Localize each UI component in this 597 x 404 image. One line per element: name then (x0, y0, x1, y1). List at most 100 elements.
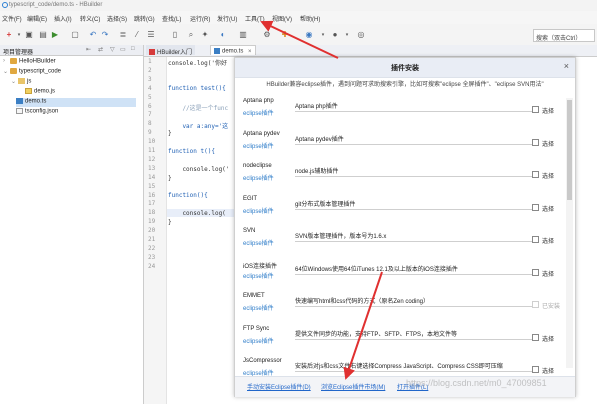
save-all-icon[interactable]: ▤ (38, 30, 48, 40)
plugin-name: EGIT (243, 195, 258, 202)
editor-tab-bar: HBuilder入门 demo.ts × (144, 45, 597, 57)
plugin-name: Aptana php (243, 98, 274, 104)
menu-run[interactable]: 运行(R) (190, 14, 210, 23)
tree-project-hellohbuilder[interactable]: › HelloHBuilder (3, 58, 56, 67)
collapse-icon[interactable]: ⇤ (86, 46, 91, 53)
line-number: 1 (148, 58, 152, 65)
plugin-type: eclipse插件 (243, 338, 274, 345)
plugin-description: 64位Windows使用64位iTunes 12.1及以上版本的iOS连接插件 (295, 266, 458, 273)
menu-goto[interactable]: 跳转(G) (134, 14, 155, 23)
device-icon[interactable]: ▥ (238, 30, 248, 40)
plugin-icon[interactable]: ✚ (280, 30, 290, 40)
redo-icon[interactable]: ↷ (100, 30, 110, 40)
plugin-type: eclipse插件 (243, 306, 274, 312)
menu-escape[interactable]: 转义(C) (80, 14, 100, 23)
menu-edit[interactable]: 编辑(E) (27, 14, 47, 23)
tree-file-demo-js[interactable]: demo.js (25, 88, 55, 97)
code-line-3[interactable]: function test(){ (168, 85, 226, 92)
preview-icon[interactable]: ● (330, 30, 340, 40)
browse-market-link[interactable]: 浏览Eclipse插件市场(M) (321, 382, 385, 391)
manual-install-link[interactable]: 手动安装Eclipse插件(D) (247, 382, 311, 391)
dialog-title-bar: 插件安装 × (235, 58, 575, 78)
plugin-install-dialog: 插件安装 × HBuilder兼容eclipse插件，遇到问题可求助搜索引擎，比… (234, 57, 576, 397)
undo-icon[interactable]: ↶ (88, 30, 98, 40)
plugin-checkbox[interactable] (532, 106, 539, 113)
save-icon[interactable]: ▣ (24, 30, 34, 40)
plugin-row[interactable]: JsCompressor eclipse插件 安装后对js和css文件右键选择Com… (235, 358, 565, 376)
plugin-description: SVN版本管理插件，版本号为1.6.x (295, 234, 387, 240)
plugin-checkbox[interactable] (532, 203, 539, 211)
project-explorer: 项目管理器 ⇤ ⇄ ▽ ▭ □ › HelloHBuilder ⌄ typescri… (0, 45, 144, 404)
close-icon[interactable]: × (564, 61, 569, 71)
minimize-icon[interactable]: ▭ (120, 46, 126, 53)
plugin-underline (295, 176, 535, 177)
open-folder-icon[interactable]: ▢ (70, 30, 80, 40)
plugin-list: Aptana php eclipse插件 Aptana php插件 选择 Aptana … (235, 98, 565, 376)
find-icon[interactable]: ⌕ (186, 30, 196, 40)
sync-icon[interactable]: ◉ (304, 30, 314, 40)
tab-demo-ts[interactable]: demo.ts × (210, 45, 256, 55)
search-input[interactable]: 搜索（双击Ctrl） (533, 29, 595, 42)
close-tab-icon[interactable]: × (248, 49, 252, 55)
menu-find[interactable]: 查找(L) (162, 14, 181, 23)
code-line-16[interactable]: function(){ (168, 192, 208, 199)
menu-file[interactable]: 文件(F) (2, 14, 22, 23)
code-line-18[interactable]: console.log( (168, 210, 225, 217)
plugin-checkbox[interactable] (532, 138, 539, 146)
format-icon[interactable]: ≣ (118, 30, 128, 40)
plugin-underline (295, 306, 535, 307)
code-line-12[interactable]: console.log(' (168, 166, 229, 173)
line-number: 9 (148, 129, 152, 137)
dialog-scroll-thumb[interactable] (567, 100, 572, 200)
help-icon[interactable]: ◎ (356, 30, 366, 40)
sync-dropdown-icon[interactable]: ▾ (318, 30, 328, 40)
code-line-6[interactable]: var a:any='这 (168, 121, 228, 130)
dialog-description: HBuilder兼容eclipse插件，遇到问题可求助搜索引擎，比如可搜索"ec… (266, 82, 544, 88)
tree-file-tsconfig[interactable]: tsconfig.json (16, 108, 58, 117)
code-line-14[interactable]: } (168, 175, 172, 182)
line-number: 12 (148, 155, 156, 163)
line-number: 7 (148, 111, 152, 119)
comment-icon[interactable]: ⁄ (132, 30, 142, 40)
code-line-10[interactable]: function t(){ (168, 148, 215, 155)
plugin-checkbox[interactable] (532, 236, 539, 243)
menu-help[interactable]: 帮助(H) (300, 14, 320, 23)
plugin-checkbox[interactable] (532, 333, 539, 341)
plugin-checkbox[interactable] (532, 171, 539, 178)
new-file-icon[interactable]: + (4, 30, 14, 40)
code-line-8[interactable]: } (168, 130, 172, 137)
code-line-4[interactable]: //这是一个func (168, 103, 228, 112)
code-line-1[interactable]: console.log('你好 (168, 58, 227, 67)
settings-icon[interactable]: ⚙ (262, 30, 272, 40)
filter-icon[interactable]: ▽ (110, 46, 115, 53)
link-editor-icon[interactable]: ⇄ (98, 46, 103, 53)
preview-dropdown-icon[interactable]: ▾ (342, 30, 352, 40)
tab-hbuilder-intro[interactable]: HBuilder入门 (146, 45, 196, 56)
code-line-20[interactable]: } (168, 219, 172, 226)
file-icon[interactable]: ▯ (170, 30, 180, 40)
outline-icon[interactable]: ☰ (146, 30, 156, 40)
plugin-checkbox[interactable] (532, 366, 539, 373)
browser-icon[interactable]: ◐ (218, 30, 228, 40)
plugin-underline (295, 111, 535, 112)
menu-publish[interactable]: 发行(U) (217, 14, 237, 23)
plugin-underline (295, 241, 535, 242)
plugin-name: iOS连接插件 (243, 263, 278, 270)
menu-select[interactable]: 选择(S) (107, 14, 127, 23)
menu-tools[interactable]: 工具(T) (245, 14, 265, 23)
tree-file-demo-ts[interactable]: demo.ts (16, 98, 136, 107)
tree-folder-js[interactable]: ⌄ js (11, 78, 31, 87)
plugin-checkbox[interactable] (532, 268, 539, 276)
maximize-icon[interactable]: □ (131, 46, 135, 52)
plugin-status-label: 选择 (542, 336, 555, 343)
debug-icon[interactable]: ✦ (200, 30, 210, 40)
plugin-name: EMMET (243, 293, 265, 299)
plugin-name: nodeclipse (243, 163, 272, 169)
tree-project-typescript-code[interactable]: ⌄ typescript_code (3, 68, 61, 77)
run-icon[interactable]: ▶ (50, 30, 60, 40)
menu-insert[interactable]: 插入(I) (54, 14, 72, 23)
menu-view[interactable]: 视图(V) (272, 14, 292, 23)
new-dropdown-icon[interactable]: ▾ (14, 30, 24, 40)
plugin-status-label: 选择 (542, 239, 555, 245)
line-number: 22 (148, 244, 156, 252)
